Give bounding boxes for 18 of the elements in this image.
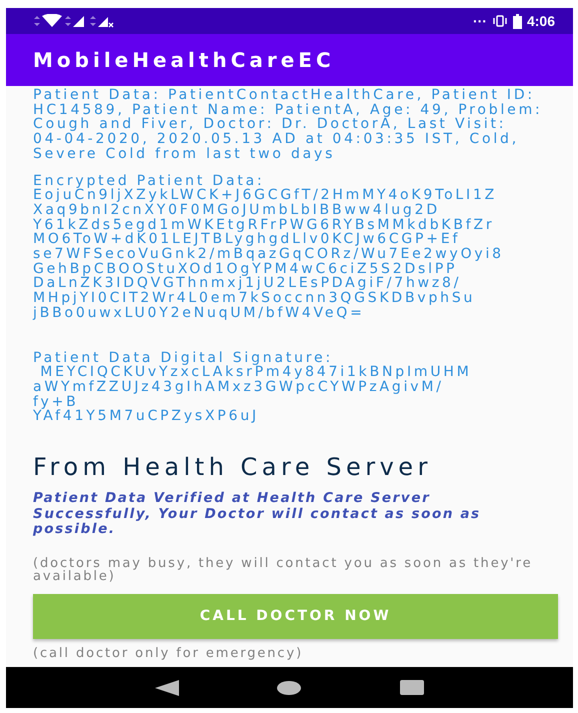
- encrypted-data-text: Encrypted Patient Data: EojuCn9ljXZykLWCK+J6GCGfT/2HmMY4oK9ToLI1Z Xaq9bnI2cnXY0F0MGoJUmbLbIBBww4lug2D Y61kZds5egd1mWKEtgRFrPWG6RYBsMMkdbKBfZr MO6ToW+dK01LEJTBLyghgdLlv0KCJw6CGP+Ef se7WFSecoVuGnk2/mBqazGqCORz/Wu7Ee2wyOyi8 GehBpCBOOStuXOd1OgYPM4wC6ciZ5S2DslPP DaLnZK3IDQVGThnmxj1jU2LEsPDAgiF/7hwz8/ MHpjYI0CIT2Wr4L0em7kSoccnn3QGSKDBvphSu jBBo0uwxLU0Y2eNuqUM/bfW4VeQ=: [33, 174, 505, 321]
- battery-icon: [512, 14, 522, 28]
- app-title: MobileHealthCareEC: [33, 48, 335, 72]
- verified-message: Patient Data Verified at Health Care Server Successfully, Your Doctor will contact as soon as possible.: [33, 491, 482, 538]
- section-heading: From Health Care Server: [33, 452, 433, 482]
- status-time: 4:06: [526, 13, 555, 29]
- vibrate-icon: [492, 15, 508, 27]
- home-icon[interactable]: [277, 680, 302, 694]
- busy-note: (doctors may busy, they will contact you as soon as they're available): [33, 556, 534, 583]
- signal-icon: [89, 14, 115, 28]
- call-doctor-button[interactable]: CALL DOCTOR NOW: [33, 594, 558, 639]
- back-icon[interactable]: [155, 680, 180, 696]
- emergency-note: (call doctor only for emergency): [33, 646, 304, 660]
- wifi-icon: [32, 14, 84, 28]
- overflow-indicator: ···: [472, 13, 487, 29]
- signature-text: Patient Data Digital Signature: MEYCIQCKUvYzxcLAksrPm4y847i1kBNpImUHM aWYmfZZUJz43gIhAMxz3GWpcCYWPzAgivM/ fy+B YAf41Y5M7uCPZysXP6uJ: [33, 350, 473, 424]
- patient-data-text: Patient Data: PatientContactHealthCare, Patient ID: HC14589, Patient Name: PatientA, Age: 49, Problem: Cough and Fiver, Doctor: Dr. DoctorA, Last Visit: 04-04-2020, 2020.05.13 AD at 04:03:35 IST, Cold, Severe Cold from last two days: [33, 88, 544, 162]
- recents-icon[interactable]: [400, 680, 424, 695]
